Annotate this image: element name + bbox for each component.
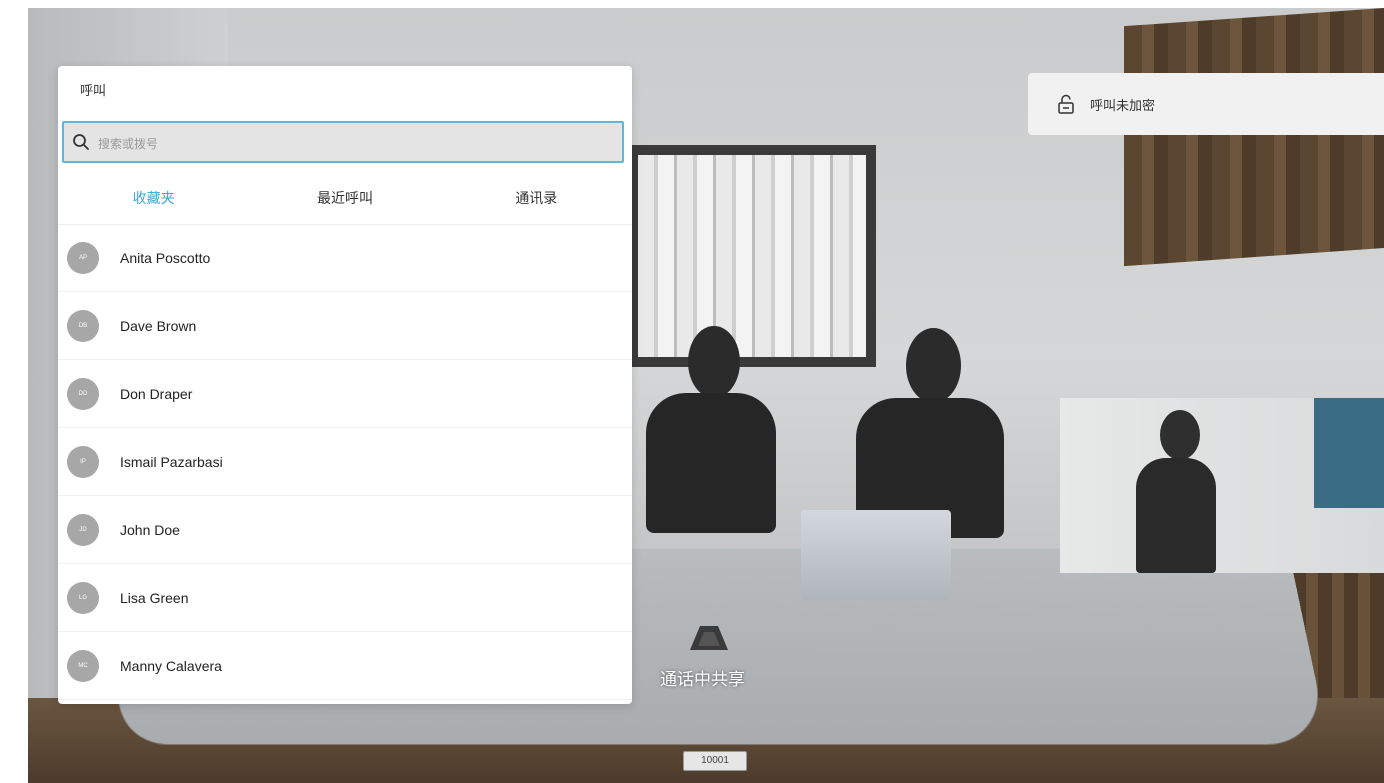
- avatar: DD: [67, 377, 99, 410]
- list-item[interactable]: AP Anita Poscotto: [58, 224, 632, 292]
- avatar: DB: [67, 309, 99, 342]
- device-number-badge: 10001: [683, 751, 747, 771]
- search-box[interactable]: [62, 121, 624, 163]
- encryption-label: 呼叫未加密: [1090, 98, 1156, 113]
- laptop: [801, 510, 951, 600]
- tab-favorites[interactable]: 收藏夹: [58, 178, 249, 224]
- tab-directory[interactable]: 通讯录: [441, 178, 632, 224]
- list-item[interactable]: DB Dave Brown: [58, 292, 632, 360]
- person-head: [688, 326, 740, 398]
- avatar: LG: [67, 581, 99, 614]
- contact-tabs: 收藏夹 最近呼叫 通讯录: [58, 178, 632, 225]
- panel-title: 呼叫: [80, 83, 107, 98]
- list-item[interactable]: IP Ismail Pazarbasi: [58, 428, 632, 496]
- wall-painting: [628, 145, 876, 367]
- contact-list: AP Anita Poscotto DB Dave Brown DD Don D…: [58, 224, 632, 700]
- person-silhouette: [646, 393, 776, 533]
- avatar: MC: [67, 649, 99, 682]
- list-item[interactable]: DD Don Draper: [58, 360, 632, 428]
- contact-name: Lisa Green: [120, 589, 189, 606]
- search-input[interactable]: [96, 131, 600, 157]
- screen-frame: 呼叫 收藏夹 最近呼叫 通讯录 AP Anita Poscotto DB Dav…: [0, 0, 1384, 783]
- contact-name: Anita Poscotto: [120, 249, 211, 266]
- list-item[interactable]: LG Lisa Green: [58, 564, 632, 632]
- contact-name: Dave Brown: [120, 317, 197, 334]
- contact-name: John Doe: [120, 521, 180, 538]
- avatar: JD: [67, 513, 99, 546]
- contact-name: Manny Calavera: [120, 657, 222, 674]
- call-panel: 呼叫 收藏夹 最近呼叫 通讯录 AP Anita Poscotto DB Dav…: [58, 66, 632, 704]
- person-head: [906, 328, 961, 403]
- list-item[interactable]: MC Manny Calavera: [58, 632, 632, 700]
- search-icon: [73, 134, 89, 150]
- list-item[interactable]: JD John Doe: [58, 496, 632, 564]
- contact-name: Ismail Pazarbasi: [120, 453, 223, 470]
- self-view[interactable]: [1060, 398, 1384, 573]
- share-icon[interactable]: [688, 624, 730, 654]
- share-in-call-label[interactable]: 通话中共享: [660, 665, 745, 690]
- encryption-status[interactable]: 呼叫未加密: [1028, 73, 1384, 135]
- unlock-icon: [1058, 94, 1074, 114]
- avatar: AP: [67, 241, 99, 274]
- avatar: IP: [67, 445, 99, 478]
- tab-recent-calls[interactable]: 最近呼叫: [249, 178, 440, 224]
- contact-name: Don Draper: [120, 385, 193, 402]
- wood-panel-top: [1124, 8, 1384, 267]
